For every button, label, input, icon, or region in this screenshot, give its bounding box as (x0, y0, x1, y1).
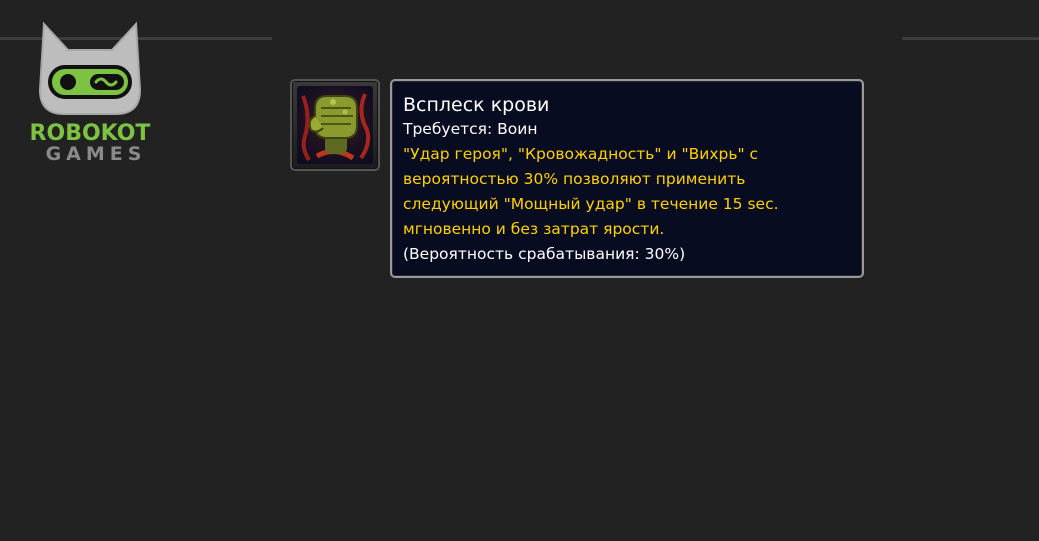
description-line: следующий "Мощный удар" в течение 15 sec… (403, 195, 779, 213)
ability-icon-frame[interactable] (290, 79, 380, 171)
header-divider-right (902, 37, 1039, 40)
ability-name: Всплеск крови (403, 94, 550, 116)
proc-chance: (Вероятность срабатывания: 30%) (403, 245, 686, 263)
robokot-games-logo: ROBOKOT GAMES (20, 20, 160, 165)
description-line: вероятностью 30% позволяют применить (403, 170, 746, 188)
logo-text-games: GAMES (45, 143, 147, 165)
bloody-fist-icon (297, 86, 373, 164)
robot-cat-icon (38, 21, 142, 115)
ability-requirement: Требуется: Воин (403, 120, 538, 138)
logo-text-robokot: ROBOKOT (29, 121, 151, 146)
ability-tooltip: Всплеск крови Требуется: Воин "Удар геро… (390, 79, 864, 278)
description-line: "Удар героя", "Кровожадность" и "Вихрь" … (403, 145, 759, 163)
description-line: мгновенно и без затрат ярости. (403, 220, 665, 238)
